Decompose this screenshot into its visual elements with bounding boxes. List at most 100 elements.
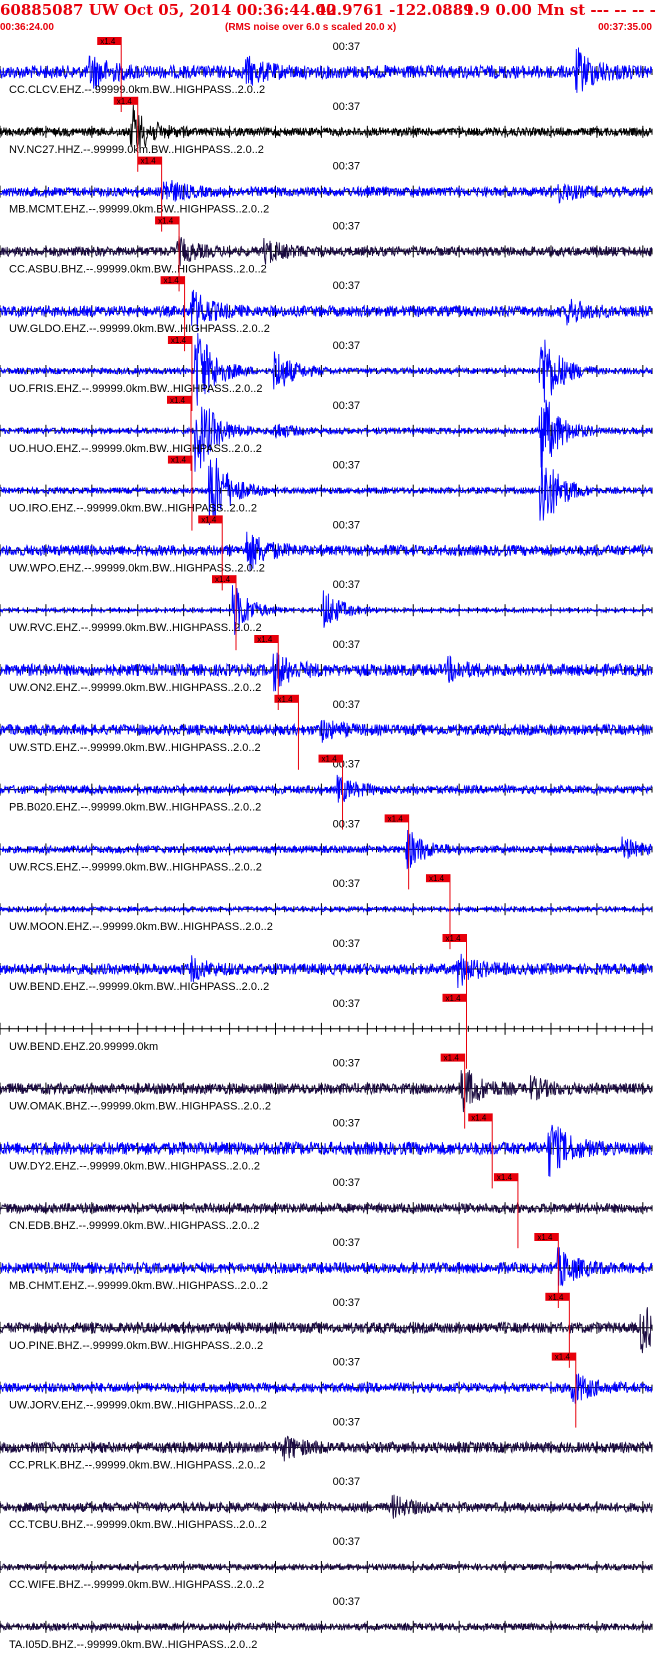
pick-scale-label: x1.4 (555, 1353, 571, 1362)
trace-row: 00:37 UO.IRO.EHZ.--.99999.0km.BW..HIGHPAS… (0, 455, 653, 531)
trace-row: 00:37 CC.TCBU.BHZ.--.99999.0km.BW..HIGHPA… (0, 1476, 653, 1531)
station-label: PB.B020.EHZ.--.99999.0km.BW..HIGHPASS..2… (9, 802, 261, 814)
minute-mark-label: 00:37 (333, 1536, 361, 1548)
station-label: UO.IRO.EHZ.--.99999.0km.BW..HIGHPASS..2.… (9, 503, 257, 515)
trace-row: 00:37 UW.MOON.EHZ.--.99999.0km.BW..HIGHPA… (0, 874, 653, 950)
station-label: UW.JORV.EHZ.--.99999.0km.BW..HIGHPASS..2… (9, 1400, 267, 1412)
station-label: CC.WIFE.BHZ.--.99999.0km.BW..HIGHPASS..2… (9, 1579, 264, 1591)
scale-note: (RMS noise over 6.0 s scaled 20.0 x) (225, 22, 397, 33)
station-label: NV.NC27.HHZ.--.99999.0km.BW..HIGHPASS..2… (9, 144, 264, 156)
station-label: UW.RVC.EHZ.--.99999.0km.BW..HIGHPASS..2.… (9, 622, 262, 634)
station-label: UW.GLDO.EHZ.--.99999.0km.BW..HIGHPASS..2… (9, 323, 270, 335)
station-label: CC.ASBU.BHZ.--.99999.0km.BW..HIGHPASS..2… (9, 263, 267, 275)
station-label: UW.STD.EHZ.--.99999.0km.BW..HIGHPASS..2.… (9, 742, 261, 754)
pick-scale-label: x1.4 (548, 1293, 564, 1302)
seismogram-panel: 00:37 CC.CLCV.EHZ.--.99999.0km.BW..HIGHPA… (0, 37, 653, 1651)
pick-scale-label: x1.4 (277, 695, 293, 704)
plot-title: 60885087 UW Oct 05, 2014 00:36:44.00 42.… (0, 0, 656, 20)
station-label: CC.PRLK.BHZ.--.99999.0km.BW..HIGHPASS..2… (9, 1459, 266, 1471)
station-label: UW.DY2.EHZ.--.99999.0km.BW..HIGHPASS..2.… (9, 1160, 260, 1172)
time-range-bar: 00:36:24.00 (RMS noise over 6.0 s scaled… (0, 20, 656, 36)
trace-row: 00:37 UW.OMAK.BHZ.--.99999.0km.BW..HIGHPA… (0, 1053, 653, 1129)
waveform (0, 774, 652, 803)
pick-scale-label: x1.4 (164, 276, 180, 285)
minute-mark-label: 00:37 (333, 400, 361, 412)
minute-mark-label: 00:37 (333, 818, 361, 830)
pick-scale-label: x1.4 (100, 37, 116, 46)
station-label: UW.MOON.EHZ.--.99999.0km.BW..HIGHPASS..2… (9, 921, 273, 933)
minute-mark-label: 00:37 (333, 1117, 361, 1129)
trace-row: 00:37 CC.ASBU.BHZ.--.99999.0km.BW..HIGHPA… (0, 216, 653, 292)
minute-mark-label: 00:37 (333, 1476, 361, 1488)
minute-mark-label: 00:37 (333, 938, 361, 950)
trace-row: 00:37 UW.GLDO.EHZ.--.99999.0km.BW..HIGHPA… (0, 276, 653, 352)
station-label: MB.CHMT.EHZ.--.99999.0km.BW..HIGHPASS..2… (9, 1280, 268, 1292)
trace-row: 00:37 UO.FRIS.EHZ.--.99999.0km.BW..HIGHPA… (0, 333, 653, 411)
station-label: CC.CLCV.EHZ.--.99999.0km.BW..HIGHPASS..2… (9, 84, 265, 96)
trace-row: 00:37 PB.B020.EHZ.--.99999.0km.BW..HIGHPA… (0, 754, 653, 830)
minute-mark-label: 00:37 (333, 1416, 361, 1428)
station-label: UW.OMAK.BHZ.--.99999.0km.BW..HIGHPASS..2… (9, 1101, 271, 1113)
pick-scale-label: x1.4 (429, 874, 445, 883)
minute-mark-label: 00:37 (333, 579, 361, 591)
station-label: UO.HUO.EHZ.--.99999.0km.BW..HIGHPASS..2.… (9, 443, 262, 455)
trace-row: 00:37 MB.MCMT.EHZ.--.99999.0km.BW..HIGHPA… (0, 156, 653, 232)
pick-scale-label: x1.4 (201, 515, 217, 524)
trace-row: 00:37 NV.NC27.HHZ.--.99999.0km.BW..HIGHPA… (0, 96, 653, 172)
pick-scale-label: x1.4 (444, 1054, 460, 1063)
minute-mark-label: 00:37 (333, 998, 361, 1010)
minute-mark-label: 00:37 (333, 519, 361, 531)
station-label: UO.PINE.BHZ.--.99999.0km.BW..HIGHPASS..2… (9, 1340, 263, 1352)
station-label: TA.I05D.BHZ.--.99999.0km.BW..HIGHPASS..2… (9, 1639, 257, 1651)
trace-row: 00:37 UW.BEND.EHZ.20.99999.0km x1.4 (0, 993, 653, 1069)
pick-scale-label: x1.4 (471, 1113, 487, 1122)
waveform (0, 1435, 653, 1462)
minute-mark-label: 00:37 (333, 161, 361, 173)
minute-mark-label: 00:37 (333, 280, 361, 292)
station-label: UW.RCS.EHZ.--.99999.0km.BW..HIGHPASS..2.… (9, 861, 262, 873)
pick-scale-label: x1.4 (171, 456, 187, 465)
waveform (0, 719, 653, 743)
station-label: UO.FRIS.EHZ.--.99999.0km.BW..HIGHPASS..2… (9, 383, 262, 395)
minute-mark-label: 00:37 (333, 878, 361, 890)
station-label: UW.BEND.EHZ.20.99999.0km (9, 1041, 158, 1053)
end-time-label: 00:37:35.00 (598, 22, 652, 33)
pick-scale-label: x1.4 (117, 97, 133, 106)
pick-scale-label: x1.4 (497, 1173, 513, 1182)
minute-mark-label: 00:37 (333, 340, 361, 352)
trace-row: 00:37 CC.CLCV.EHZ.--.99999.0km.BW..HIGHPA… (0, 37, 653, 112)
trace-row: 00:37 UO.HUO.EHZ.--.99999.0km.BW..HIGHPAS… (0, 395, 653, 472)
station-label: MB.MCMT.EHZ.--.99999.0km.BW..HIGHPASS..2… (9, 204, 269, 216)
minute-mark-label: 00:37 (333, 1237, 361, 1249)
trace-row: 00:37 UW.RCS.EHZ.--.99999.0km.BW..HIGHPAS… (0, 814, 653, 890)
waveform (0, 457, 653, 526)
pick-scale-label: x1.4 (170, 396, 186, 405)
trace-row: 00:37 UW.ON2.EHZ.--.99999.0km.BW..HIGHPAS… (0, 635, 653, 710)
pick-scale-label: x1.4 (171, 336, 187, 345)
pick-scale-label: x1.4 (141, 157, 157, 166)
minute-mark-label: 00:37 (333, 1297, 361, 1309)
minute-mark-label: 00:37 (333, 639, 361, 651)
trace-row: 00:37 TA.I05D.BHZ.--.99999.0km.BW..HIGHPA… (0, 1596, 653, 1651)
trace-row: 00:37 CC.WIFE.BHZ.--.99999.0km.BW..HIGHPA… (0, 1536, 653, 1591)
title-event-id: 60885087 UW Oct 05, 2014 00:36:44.00 (0, 1, 337, 19)
pick-scale-label: x1.4 (388, 814, 404, 823)
start-time-label: 00:36:24.00 (0, 22, 54, 33)
trace-row: 00:37 CC.PRLK.BHZ.--.99999.0km.BW..HIGHPA… (0, 1416, 653, 1471)
minute-mark-label: 00:37 (333, 1357, 361, 1369)
pick-scale-label: x1.4 (446, 994, 462, 1003)
waveform (0, 399, 653, 472)
minute-mark-label: 00:37 (333, 1058, 361, 1070)
title-magnitude: 1.9 0.00 Mn st --- -- -- -1 (464, 1, 656, 19)
pick-scale-label: x1.4 (537, 1233, 553, 1242)
pick-scale-label: x1.4 (257, 635, 273, 644)
pick-scale-label: x1.4 (215, 575, 231, 584)
trace-row: 00:37 UW.WPO.EHZ.--.99999.0km.BW..HIGHPAS… (0, 515, 653, 591)
minute-mark-label: 00:37 (333, 220, 361, 232)
station-label: UW.ON2.EHZ.--.99999.0km.BW..HIGHPASS..2.… (9, 682, 261, 694)
station-label: CC.TCBU.BHZ.--.99999.0km.BW..HIGHPASS..2… (9, 1519, 267, 1531)
pick-scale-label: x1.4 (322, 755, 338, 764)
trace-row: 00:37 UW.BEND.EHZ.--.99999.0km.BW..HIGHPA… (0, 934, 653, 1009)
minute-mark-label: 00:37 (333, 1177, 361, 1189)
minute-mark-label: 00:37 (333, 699, 361, 711)
